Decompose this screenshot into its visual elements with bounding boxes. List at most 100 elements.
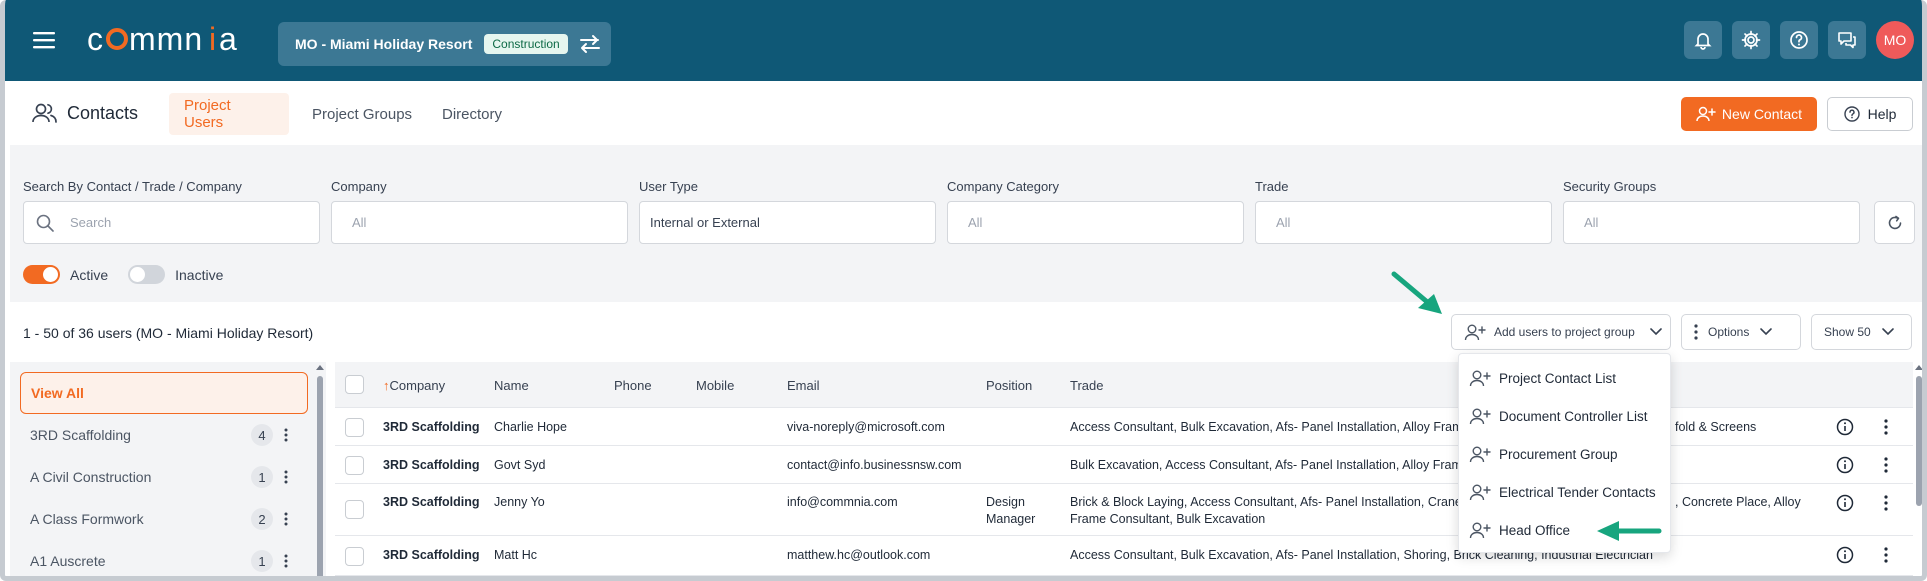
search-filter: Search By Contact / Trade / Company Sear… (23, 179, 320, 244)
options-button[interactable]: Options (1681, 314, 1801, 350)
notifications-bell-icon[interactable] (1684, 21, 1722, 59)
dropdown-item-document-controller-list[interactable]: Document Controller List (1469, 404, 1648, 428)
row-email[interactable]: contact@info.businessnsw.com (787, 457, 962, 474)
sidebar-item-a1-auscrete[interactable]: A1 Auscrete 1 (20, 540, 308, 576)
users-table: ↑Company Name Phone Mobile Email Positio… (335, 362, 1913, 576)
sidebar-item-3rd-scaffolding[interactable]: 3RD Scaffolding 4 (20, 414, 308, 456)
results-count: 1 - 50 of 36 users (MO - Miami Holiday R… (23, 325, 314, 341)
user-avatar[interactable]: MO (1876, 21, 1914, 59)
table-row[interactable]: 3RD Scaffolding Jenny Yo info@commnia.co… (335, 484, 1913, 536)
svg-text:a: a (219, 21, 237, 57)
project-selector[interactable]: MO - Miami Holiday Resort Construction (278, 22, 611, 66)
sidebar-item-a-civil-construction[interactable]: A Civil Construction 1 (20, 456, 308, 498)
kebab-icon[interactable] (1884, 457, 1888, 473)
add-users-to-group-button[interactable]: Add users to project group (1451, 314, 1671, 350)
table-row[interactable]: 3RD Scaffolding Charlie Hope viva-norepl… (335, 408, 1913, 446)
project-status-badge: Construction (484, 34, 568, 54)
kebab-icon (1694, 324, 1698, 340)
tab-project-users[interactable]: Project Users (169, 93, 289, 135)
tab-project-groups[interactable]: Project Groups (297, 93, 427, 135)
table-row[interactable]: 3RD Scaffolding Matt Hc matthew.hc@outlo… (335, 536, 1913, 576)
table-row[interactable]: 3RD Scaffolding Govt Syd contact@info.bu… (335, 446, 1913, 484)
hamburger-menu-icon[interactable] (33, 31, 55, 49)
kebab-icon[interactable] (284, 554, 288, 568)
security-groups-select[interactable]: All (1563, 201, 1860, 244)
dropdown-item-head-office[interactable]: Head Office (1469, 518, 1570, 542)
chat-messages-icon[interactable] (1828, 21, 1866, 59)
user-type-filter: User Type Internal or External (639, 179, 936, 244)
commnia-logo: c mmn i a (87, 20, 247, 60)
top-bar: c mmn i a MO - Miami Holiday Resort Cons… (5, 0, 1922, 81)
sidebar-item-count: 2 (251, 508, 273, 530)
kebab-icon[interactable] (284, 470, 288, 484)
column-header-company[interactable]: ↑Company (383, 378, 445, 393)
help-button[interactable]: Help (1827, 97, 1913, 131)
project-name: MO - Miami Holiday Resort (295, 36, 473, 52)
info-icon[interactable] (1836, 546, 1854, 564)
dropdown-item-electrical-tender-contacts[interactable]: Electrical Tender Contacts (1469, 480, 1656, 504)
row-checkbox[interactable] (345, 500, 364, 519)
chevron-down-icon (1759, 327, 1773, 337)
sidebar-item-count: 1 (251, 550, 273, 572)
column-header-phone[interactable]: Phone (614, 378, 652, 393)
row-checkbox[interactable] (345, 547, 364, 566)
search-input[interactable]: Search (23, 201, 320, 244)
row-email[interactable]: viva-noreply@microsoft.com (787, 419, 945, 436)
dropdown-item-procurement-group[interactable]: Procurement Group (1469, 442, 1618, 466)
info-icon[interactable] (1836, 456, 1854, 474)
column-header-name[interactable]: Name (494, 378, 529, 393)
row-email[interactable]: matthew.hc@outlook.com (787, 547, 930, 564)
row-trade-tail: , Concrete Place, Alloy (1675, 495, 1801, 509)
page-size-select[interactable]: Show 50 (1811, 314, 1912, 350)
kebab-icon[interactable] (284, 428, 288, 442)
row-name: Matt Hc (494, 548, 538, 562)
sidebar-item-label: A1 Auscrete (30, 553, 106, 569)
kebab-icon[interactable] (1884, 495, 1888, 511)
pointer-arrow-icon (1391, 271, 1442, 314)
column-header-mobile[interactable]: Mobile (696, 378, 734, 393)
chevron-down-icon (1881, 327, 1895, 337)
add-user-icon (1464, 323, 1486, 341)
user-type-select[interactable]: Internal or External (639, 201, 936, 244)
sidebar-item-view-all[interactable]: View All (20, 372, 308, 414)
row-checkbox[interactable] (345, 418, 364, 437)
row-name: Charlie Hope (494, 420, 567, 434)
kebab-icon[interactable] (1884, 547, 1888, 563)
info-icon[interactable] (1836, 418, 1854, 436)
active-toggle[interactable] (23, 265, 60, 284)
settings-gear-icon[interactable] (1732, 21, 1770, 59)
column-header-email[interactable]: Email (787, 378, 820, 393)
tab-directory[interactable]: Directory (427, 93, 517, 135)
new-contact-button[interactable]: New Contact (1681, 97, 1817, 131)
svg-text:c: c (87, 21, 104, 57)
row-checkbox[interactable] (345, 456, 364, 475)
table-scrollbar[interactable] (1913, 362, 1925, 581)
company-select[interactable]: All (331, 201, 628, 244)
inactive-toggle[interactable] (128, 265, 166, 284)
sidebar-item-label: A Civil Construction (30, 469, 152, 485)
new-contact-label: New Contact (1721, 106, 1803, 122)
sidebar-item-label: View All (31, 385, 84, 401)
info-icon[interactable] (1836, 494, 1854, 512)
reset-filters-button[interactable] (1874, 201, 1915, 244)
sidebar-scrollbar[interactable] (314, 362, 326, 581)
help-question-icon[interactable] (1780, 21, 1818, 59)
dropdown-item-label: Project Contact List (1499, 370, 1617, 386)
select-all-checkbox[interactable] (345, 375, 364, 394)
trade-select[interactable]: All (1255, 201, 1552, 244)
column-header-trade[interactable]: Trade (1070, 378, 1103, 393)
sidebar-item-count: 4 (251, 424, 273, 446)
company-category-select[interactable]: All (947, 201, 1244, 244)
row-email[interactable]: info@commnia.com (787, 494, 898, 511)
row-trade-line2: Frame Consultant, Bulk Excavation (1070, 512, 1266, 526)
kebab-icon[interactable] (284, 512, 288, 526)
dropdown-item-project-contact-list[interactable]: Project Contact List (1469, 366, 1616, 390)
kebab-icon[interactable] (1884, 419, 1888, 435)
sidebar-item-a-class-formwork[interactable]: A Class Formwork 2 (20, 498, 308, 540)
swap-project-icon[interactable] (578, 34, 602, 54)
column-header-position[interactable]: Position (986, 378, 1032, 393)
security-groups-filter-label: Security Groups (1563, 179, 1657, 194)
sidebar-item-count: 1 (251, 466, 273, 488)
row-trade: Bulk Excavation, Access Consultant, Afs-… (1070, 458, 1469, 472)
dropdown-item-label: Document Controller List (1499, 408, 1648, 424)
